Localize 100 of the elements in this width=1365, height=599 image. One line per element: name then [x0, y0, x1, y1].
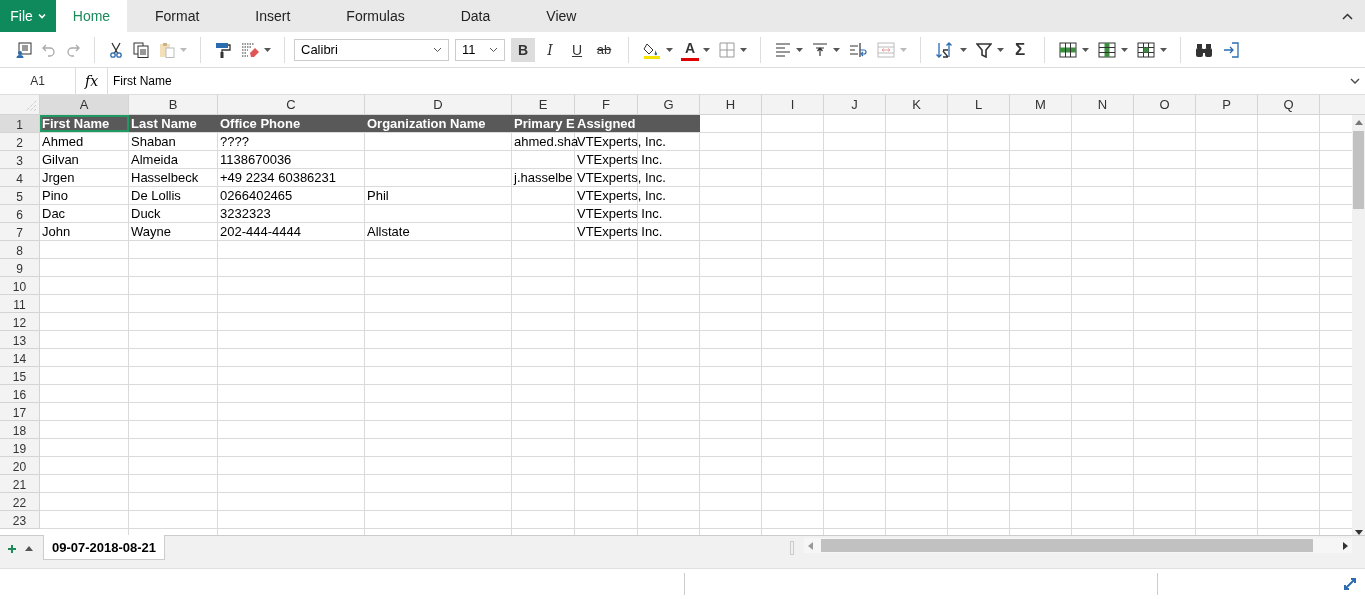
save-icon[interactable] — [16, 41, 32, 58]
row-header[interactable]: 19 — [0, 439, 40, 457]
row-header[interactable]: 11 — [0, 295, 40, 313]
column-header[interactable]: A — [40, 95, 129, 115]
ribbon-tab[interactable]: View — [518, 0, 605, 32]
caret-icon[interactable] — [833, 47, 840, 52]
table-cell-text: +49 2234 60386231 — [219, 169, 338, 187]
binoculars-icon[interactable] — [1195, 41, 1213, 58]
caret-icon[interactable] — [997, 47, 1004, 52]
copy-icon[interactable] — [133, 41, 149, 58]
ribbon-tab[interactable]: Format — [127, 0, 228, 32]
text-style-button[interactable]: ab — [592, 37, 616, 62]
row-header[interactable]: 21 — [0, 475, 40, 493]
cell-name-box[interactable]: A1 — [0, 68, 76, 94]
row-header[interactable]: 5 — [0, 187, 40, 205]
split-handle[interactable] — [790, 541, 794, 555]
table-cell-text: ???? — [219, 133, 250, 151]
table-cell-text: Pino — [41, 187, 70, 205]
column-header[interactable]: I — [762, 95, 824, 115]
row-header[interactable]: 9 — [0, 259, 40, 277]
row-header[interactable]: 2 — [0, 133, 40, 151]
header-cell: Last Name — [129, 115, 218, 132]
paint-format-icon[interactable] — [215, 41, 231, 58]
text-style-button[interactable]: U — [565, 37, 589, 62]
column-header[interactable]: N — [1072, 95, 1134, 115]
scroll-left-icon[interactable] — [808, 541, 813, 550]
ribbon-tab[interactable]: Home — [56, 0, 127, 32]
row-header[interactable]: 1 — [0, 115, 40, 133]
scrollbar-thumb[interactable] — [821, 539, 1313, 552]
sum-button[interactable]: Σ — [1008, 37, 1032, 62]
row-header[interactable]: 3 — [0, 151, 40, 169]
table-cell-text: Allstate — [366, 223, 411, 241]
row-header[interactable]: 17 — [0, 403, 40, 421]
column-header[interactable]: L — [948, 95, 1010, 115]
caret-icon[interactable] — [796, 47, 803, 52]
row-header[interactable]: 12 — [0, 313, 40, 331]
insert-cells-icon[interactable] — [1137, 41, 1155, 58]
caret-icon[interactable] — [740, 47, 747, 52]
fullscreen-icon[interactable] — [1343, 577, 1357, 591]
sheet-tab[interactable]: 09-07-2018-08-21 — [43, 535, 166, 560]
insert-columns-icon[interactable] — [1098, 41, 1116, 58]
text-style-button[interactable]: B — [511, 37, 535, 62]
font-color-button[interactable]: A — [681, 38, 699, 61]
import-icon[interactable] — [1223, 41, 1239, 58]
caret-icon[interactable] — [1160, 47, 1167, 52]
row-header[interactable]: 23 — [0, 511, 40, 529]
row-header[interactable]: 13 — [0, 331, 40, 349]
table-cell-text: De Lollis — [130, 187, 182, 205]
scroll-up-icon[interactable] — [1354, 120, 1363, 125]
column-header[interactable]: K — [886, 95, 948, 115]
row-header[interactable]: 6 — [0, 205, 40, 223]
ribbon-tab[interactable]: Insert — [227, 0, 319, 32]
row-header[interactable]: 14 — [0, 349, 40, 367]
column-header[interactable]: O — [1134, 95, 1196, 115]
align-left-icon[interactable] — [775, 42, 791, 57]
add-sheet-icon[interactable] — [8, 545, 16, 553]
row-header[interactable]: 4 — [0, 169, 40, 187]
ribbon-tab[interactable]: Data — [432, 0, 519, 32]
formula-field[interactable]: First Name — [108, 68, 1345, 94]
row-header[interactable]: 10 — [0, 277, 40, 295]
filter-icon[interactable] — [976, 41, 992, 58]
table-cell-text: VTExperts Inc. — [576, 205, 664, 223]
caret-icon[interactable] — [666, 47, 673, 52]
header-cell: Organization Name — [365, 115, 512, 132]
eraser-icon[interactable] — [241, 41, 259, 58]
table-cell-text: VTExperts, Inc. — [577, 133, 667, 151]
font-dropdown[interactable]: Calibri — [294, 38, 449, 61]
row-header[interactable]: 18 — [0, 421, 40, 439]
scrollbar-thumb[interactable] — [1353, 131, 1364, 209]
row-header[interactable]: 20 — [0, 457, 40, 475]
row-header[interactable]: 15 — [0, 367, 40, 385]
text-style-button[interactable]: I — [538, 37, 562, 62]
ribbon-tab[interactable]: Formulas — [318, 0, 433, 32]
vertical-align-icon[interactable] — [812, 42, 828, 57]
function-label[interactable]: fx — [76, 68, 108, 94]
wrap-text-icon[interactable] — [849, 41, 867, 58]
header-cell: Office Phone — [218, 115, 365, 132]
font-size-dropdown[interactable]: 11 — [455, 38, 505, 61]
column-header[interactable]: Q — [1258, 95, 1320, 115]
merge-cells-icon[interactable] — [877, 41, 895, 58]
caret-icon[interactable] — [264, 47, 271, 52]
row-header[interactable]: 7 — [0, 223, 40, 241]
insert-rows-icon[interactable] — [1059, 41, 1077, 58]
expand-caret-icon[interactable] — [1350, 78, 1360, 84]
file-menu-button[interactable]: File — [0, 0, 56, 32]
row-header[interactable]: 16 — [0, 385, 40, 403]
collapse-icon[interactable] — [1342, 12, 1353, 20]
sheet-list-icon[interactable] — [25, 546, 33, 551]
caret-icon[interactable] — [1082, 47, 1089, 52]
column-header[interactable]: H — [700, 95, 762, 115]
caret-icon[interactable] — [1121, 47, 1128, 52]
row-header[interactable]: 22 — [0, 493, 40, 511]
scroll-right-icon[interactable] — [1343, 541, 1348, 550]
caret-icon[interactable] — [703, 47, 710, 52]
cut-icon[interactable] — [109, 41, 123, 58]
row-header[interactable]: 8 — [0, 241, 40, 259]
column-header[interactable]: J — [824, 95, 886, 115]
column-header[interactable]: M — [1010, 95, 1072, 115]
column-header[interactable]: P — [1196, 95, 1258, 115]
caret-icon[interactable] — [960, 47, 967, 52]
